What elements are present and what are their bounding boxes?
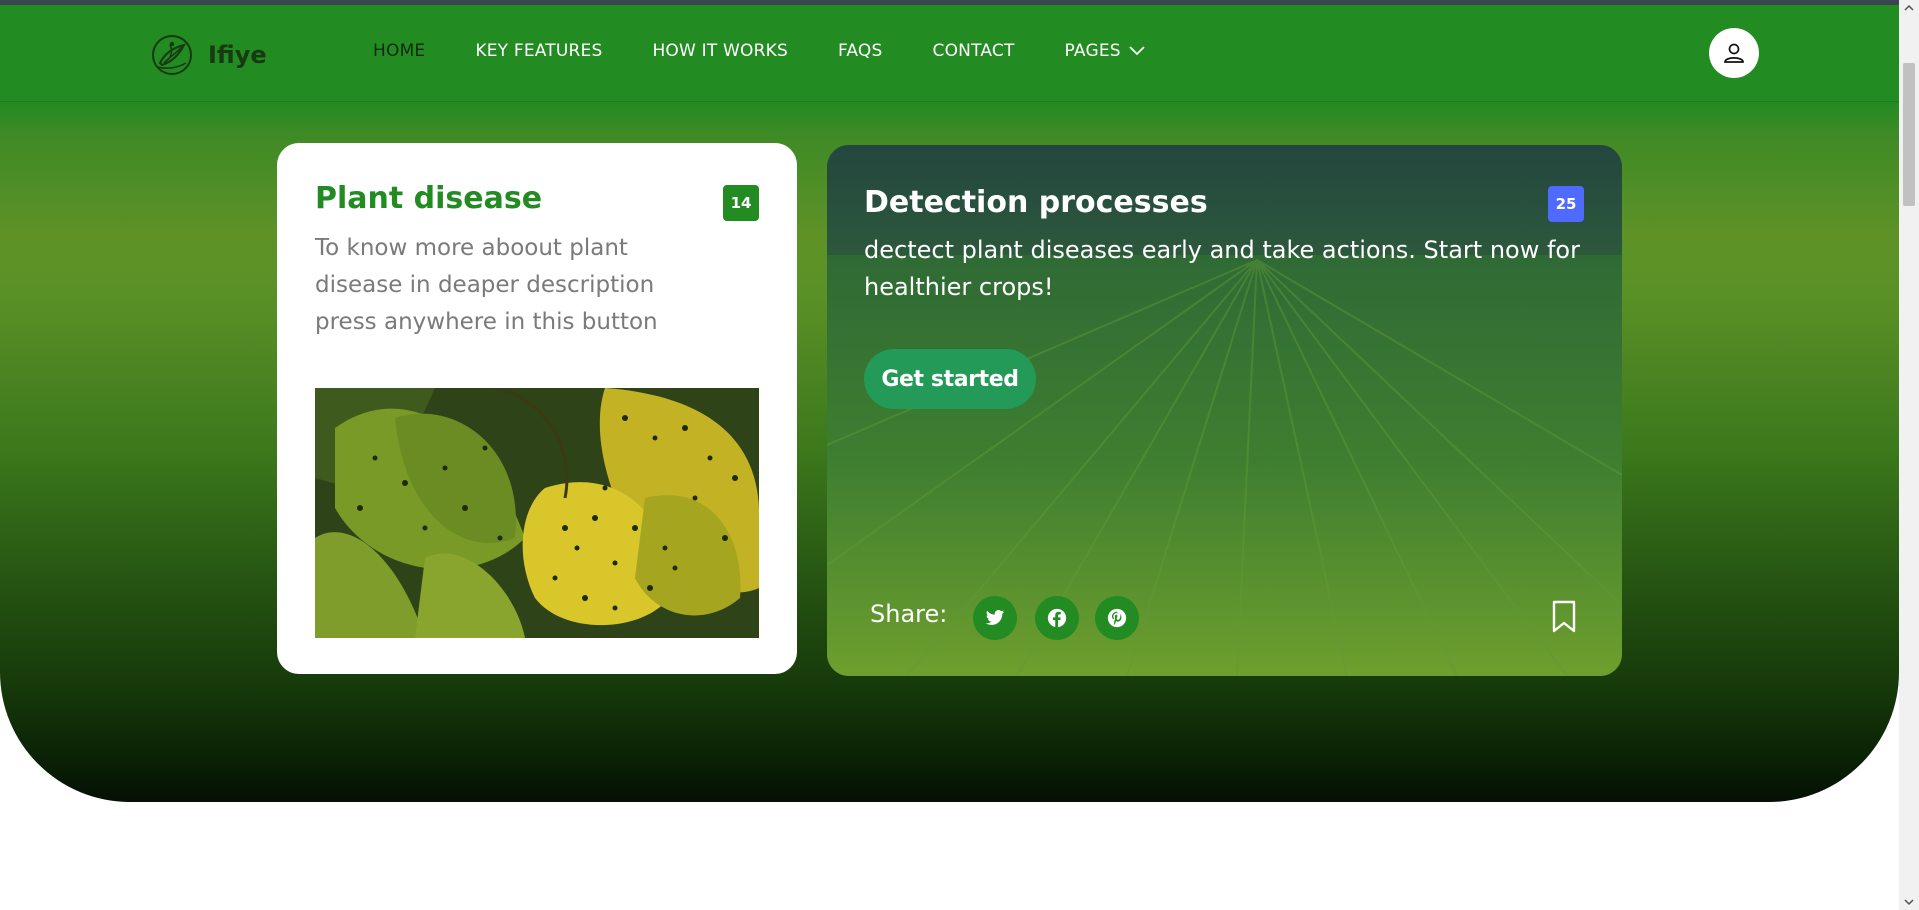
brand[interactable]: Ifiye [150,33,267,77]
page-scrollbar[interactable] [1899,0,1919,910]
yellow-diseased-leaves-photo [315,388,759,638]
detection-card: Detection processes 25 dectect plant dis… [827,145,1622,676]
pinterest-icon [1107,608,1127,628]
scroll-up-arrow-icon[interactable] [1904,3,1914,13]
scrollbar-thumb[interactable] [1903,63,1915,206]
facebook-share-button[interactable] [1035,596,1079,640]
plant-disease-title: Plant disease [315,181,543,216]
pinterest-share-button[interactable] [1095,596,1139,640]
plant-disease-description: To know more aboout plant disease in dea… [315,235,658,335]
nav-item-how-it-works[interactable]: HOW IT WORKS [652,41,788,61]
share-label: Share: [870,600,948,628]
facebook-icon [1047,608,1067,628]
twitter-icon [985,610,1005,625]
navbar: Ifiye HOME KEY FEATURES HOW IT WORKS FAQ… [0,5,1899,102]
hero-section: Ifiye HOME KEY FEATURES HOW IT WORKS FAQ… [0,5,1899,802]
nav-item-pages-label: PAGES [1064,41,1121,61]
brand-name: Ifiye [208,41,267,69]
main-nav: HOME KEY FEATURES HOW IT WORKS FAQS CONT… [373,41,1195,61]
bookmark-icon [1552,600,1576,633]
plant-disease-badge: 14 [723,185,759,221]
nav-item-pages[interactable]: PAGES [1065,41,1145,61]
nav-item-home[interactable]: HOME [373,41,425,61]
plant-leaf-logo-icon [152,35,192,75]
twitter-share-button[interactable] [973,596,1017,640]
plant-disease-card[interactable]: Plant disease 14 To know more aboout pla… [277,143,797,674]
detection-badge: 25 [1548,186,1584,222]
nav-item-key-features[interactable]: KEY FEATURES [475,41,602,61]
user-account-button[interactable] [1709,28,1759,78]
nav-item-contact[interactable]: CONTACT [933,41,1015,61]
detection-title: Detection processes [864,185,1208,220]
green-crop-field-photo [827,145,1622,676]
user-icon [1724,43,1744,63]
nav-item-faqs[interactable]: FAQS [838,41,883,61]
get-started-button[interactable]: Get started [864,349,1036,409]
chevron-down-icon [1129,46,1145,56]
bookmark-button[interactable] [1551,600,1577,638]
detection-description: dectect plant diseases early and take ac… [864,236,1580,301]
page: Ifiye HOME KEY FEATURES HOW IT WORKS FAQ… [0,0,1919,910]
scroll-down-arrow-icon[interactable] [1904,897,1914,907]
